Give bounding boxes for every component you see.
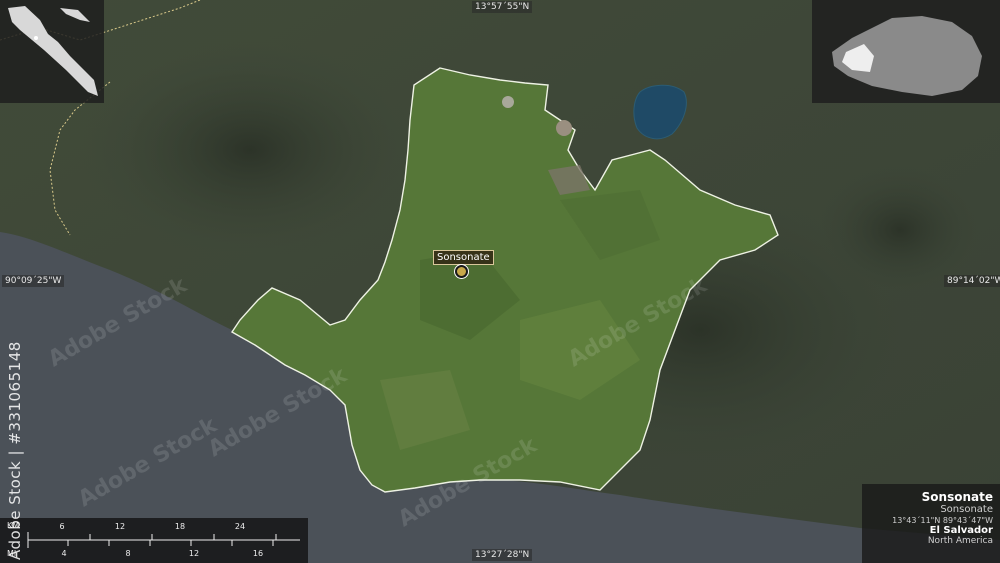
longitude-right-label: 89°14´02"W: [944, 275, 1000, 287]
scale-km-tick: 18: [174, 522, 186, 531]
scale-mi-tick: 12: [188, 549, 200, 558]
map-view[interactable]: Adobe Stock Adobe Stock Adobe Stock Adob…: [0, 0, 1000, 563]
capital-name: Sonsonate: [940, 504, 993, 515]
continent-name: North America: [927, 536, 993, 546]
city-marker-icon[interactable]: [455, 265, 468, 278]
city-label[interactable]: Sonsonate: [433, 250, 494, 265]
volcano: [502, 96, 514, 108]
country-name: El Salvador: [929, 525, 993, 536]
scale-km-tick: 12: [114, 522, 126, 531]
central-america-icon: [8, 6, 98, 96]
scale-km-tick: 24: [234, 522, 246, 531]
country-inset-map: [812, 0, 1000, 103]
scale-mi-tick: 16: [252, 549, 264, 558]
scale-mi-tick: 4: [61, 549, 67, 558]
stock-id-watermark: Adobe Stock | #331065148: [6, 341, 24, 560]
info-panel: Sonsonate Sonsonate 13°43´11"N 89°43´47"…: [862, 484, 1000, 563]
latitude-bottom-label: 13°27´28"N: [472, 549, 533, 561]
volcano: [556, 120, 572, 136]
latitude-top-label: 13°57´55"N: [472, 1, 533, 13]
scale-km-tick: 6: [59, 522, 65, 531]
region-inset-map: [0, 0, 104, 103]
longitude-left-label: 90°09´25"W: [2, 275, 65, 287]
scale-bar: KM MI 6 12 18 24 4 8 12 16: [0, 518, 308, 563]
el-salvador-icon: [832, 16, 982, 96]
scale-mi-tick: 8: [125, 549, 131, 558]
mountain-shade: [80, 40, 420, 260]
center-coordinates: 13°43´11"N 89°43´47"W: [892, 516, 993, 525]
department-name: Sonsonate: [921, 490, 993, 504]
